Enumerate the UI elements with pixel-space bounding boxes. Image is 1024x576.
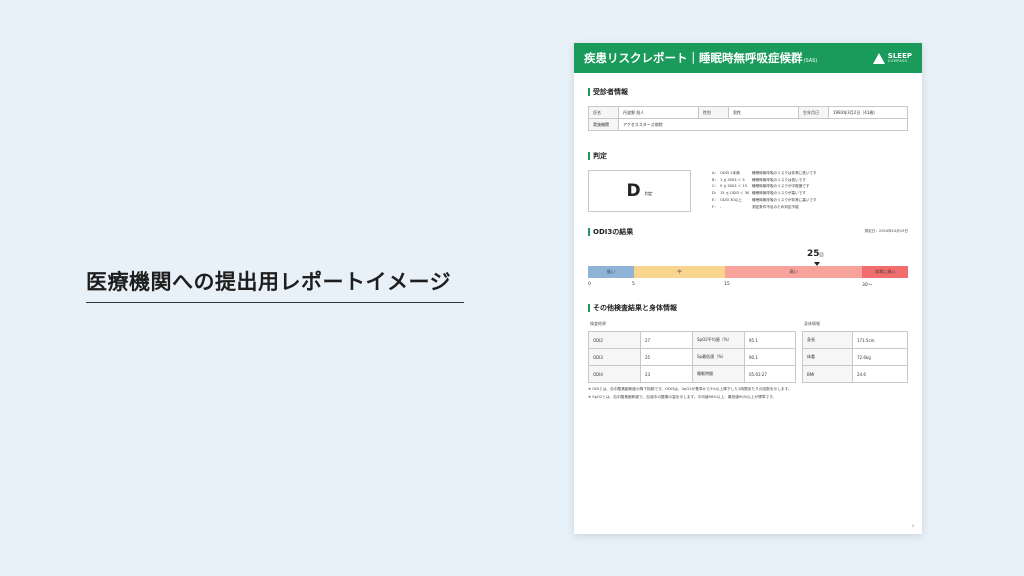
- scale-row: E： ODI3 30以上 睡眠時無呼吸のリスクが非常に高いです: [712, 198, 817, 203]
- judgement-grade-label: 判定: [644, 191, 653, 196]
- name-value: 丹波野 旭人: [618, 106, 699, 119]
- odi3-tick: 0: [588, 282, 591, 287]
- odi3-tick: 15: [724, 282, 730, 287]
- report-title-sub: (SAS): [803, 58, 818, 64]
- odi3-scale-bar: 低い 中 高い 非常に高い: [588, 266, 908, 278]
- table-row: 身長 171.5cm: [802, 331, 908, 349]
- page-headline: 医療機関への提出用レポートイメージ: [86, 270, 452, 294]
- dob-label: 生年月日: [798, 106, 829, 119]
- scale-row: B： 1 ≦ ODI3 ＜ 5 睡眠時無呼吸のリスクは低いです: [712, 177, 806, 182]
- body-info-table: 身長 171.5cm 体重 72.6kg BMI 24.6: [802, 331, 908, 383]
- headline-underline: [86, 302, 464, 303]
- table-row: ODI3 25 Sp最低値（%） 90.1: [588, 348, 796, 366]
- body-info-heading: 身体情報: [804, 321, 820, 326]
- scale-row: C： 5 ≦ ODI3 ＜ 15 睡眠時無呼吸のリスクが中程度です: [712, 184, 810, 189]
- facility-value: アクセススターズ病院: [618, 118, 908, 131]
- judgement-scale: A： ODI3 1未満 睡眠時無呼吸のリスクは非常に低いです B： 1 ≦ ODI3 …: [712, 170, 817, 211]
- table-row: BMI 24.6: [802, 365, 908, 383]
- odi3-segment-high: 高い: [725, 266, 863, 278]
- logo-triangle-icon: [872, 52, 885, 64]
- logo-line2: COMPASS: [887, 58, 908, 63]
- measurement-date: 測定日：2024年10月19日: [864, 229, 908, 233]
- section-title-odi3: ODI3の結果: [588, 228, 633, 236]
- sex-label: 性別: [698, 106, 729, 119]
- scale-row: F： - 測定条件不足のため判定不能: [712, 204, 799, 210]
- scale-row: D： 15 ≦ ODI3 ＜ 30 睡眠時無呼吸のリスクが高いです: [712, 191, 806, 196]
- odi3-tick: 30〜: [862, 283, 873, 288]
- footnote-spo2: ※ SpO2とは、血中酸素飽和度で、血液中の酸素の量を示します。平均値96%以上…: [588, 395, 777, 399]
- judgement-box: D 判定: [588, 170, 691, 212]
- report-title: 疾患リスクレポート｜睡眠時無呼吸症候群(SAS): [584, 51, 818, 65]
- table-row: ODI4 23 睡眠時間 05:03:27: [588, 365, 796, 383]
- report-sheet: 疾患リスクレポート｜睡眠時無呼吸症候群(SAS) SLEEP COMPASS 受…: [574, 43, 922, 534]
- section-title-patient: 受診者情報: [588, 88, 628, 96]
- odi3-value: 25回: [807, 249, 824, 259]
- odi3-tick: 5: [632, 282, 635, 287]
- exam-results-table: ODI2 27 SpO2平均値（%） 95.1 ODI3 25 Sp最低値（%）…: [588, 331, 796, 383]
- patient-table: 氏名 丹波野 旭人 性別 男性 生年月日 1983年3月2日（41歳） 実施機関…: [588, 106, 908, 131]
- section-title-judgement: 判定: [588, 152, 607, 160]
- sex-value: 男性: [728, 106, 799, 119]
- odi3-segment-low: 低い: [588, 266, 634, 278]
- facility-label: 実施機関: [588, 118, 619, 131]
- brand-logo: SLEEP COMPASS: [872, 52, 912, 64]
- dob-value: 1983年3月2日（41歳）: [828, 106, 908, 119]
- table-row: 体重 72.6kg: [802, 348, 908, 366]
- judgement-grade: D: [626, 181, 641, 201]
- odi3-segment-very-high: 非常に高い: [862, 266, 908, 278]
- scale-row: A： ODI3 1未満 睡眠時無呼吸のリスクは非常に低いです: [712, 170, 817, 175]
- section-title-other: その他検査結果と身体情報: [588, 304, 677, 312]
- footnote-odi: ※ ODIとは、血中酸素飽和度の降下指数です。ODI3は、SpO2が基準から3%…: [588, 387, 792, 391]
- name-label: 氏名: [588, 106, 619, 119]
- report-header: 疾患リスクレポート｜睡眠時無呼吸症候群(SAS) SLEEP COMPASS: [574, 43, 922, 73]
- table-row: ODI2 27 SpO2平均値（%） 95.1: [588, 331, 796, 349]
- exam-results-heading: 検査結果: [590, 321, 606, 326]
- page-number: 4: [911, 524, 914, 528]
- odi3-segment-mid: 中: [633, 266, 726, 278]
